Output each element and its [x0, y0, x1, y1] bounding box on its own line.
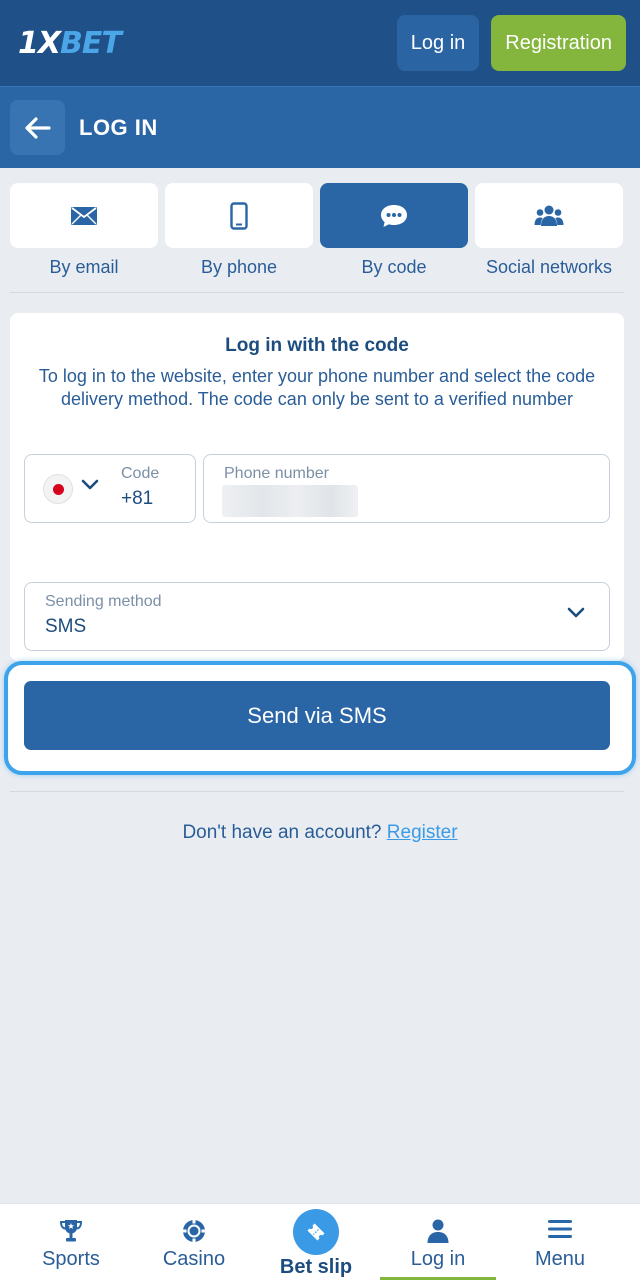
nav-label: Casino	[162, 1248, 226, 1270]
nav-label: Menu	[534, 1248, 586, 1270]
blurred-phone-value	[222, 485, 358, 517]
nav-label: Sports	[42, 1248, 100, 1270]
nav-casino[interactable]: Casino	[134, 1204, 254, 1280]
back-button[interactable]	[10, 100, 65, 155]
casino-chip-icon	[183, 1220, 205, 1242]
arrow-left-icon	[24, 116, 51, 139]
register-link[interactable]: Register	[387, 822, 458, 843]
phone-label: Phone number	[224, 465, 329, 482]
code-value: +81	[121, 488, 154, 509]
method-label: Sending method	[45, 593, 162, 610]
page-titlebar: LOG IN	[0, 86, 640, 168]
header-registration-button[interactable]: Registration	[491, 15, 626, 71]
divider	[10, 791, 624, 792]
envelope-icon	[71, 206, 97, 225]
login-method-tabs: By email By phone By code Social network…	[10, 183, 624, 283]
top-header: 1XBET Log in Registration	[0, 0, 640, 86]
sending-method-select[interactable]: Sending method SMS	[24, 582, 610, 651]
hamburger-icon	[548, 1220, 572, 1238]
send-via-sms-button[interactable]: Send via SMS	[24, 681, 610, 750]
tab-label: By phone	[200, 257, 278, 277]
header-login-button[interactable]: Log in	[396, 15, 480, 71]
chevron-down-icon	[567, 607, 585, 618]
user-icon	[427, 1219, 449, 1243]
chat-bubble-icon	[381, 204, 407, 227]
page-title: LOG IN	[79, 114, 158, 140]
phone-number-input[interactable]: Phone number	[203, 454, 610, 523]
method-value: SMS	[45, 616, 87, 637]
phone-icon	[230, 201, 248, 230]
japan-flag-icon	[43, 474, 73, 504]
tab-label: By code	[361, 257, 427, 277]
nav-menu[interactable]: Menu	[500, 1204, 620, 1280]
nav-label: Bet slip	[279, 1256, 353, 1278]
code-label: Code	[121, 465, 160, 482]
tab-by-code[interactable]: By code	[320, 183, 468, 283]
form-title: Log in with the code	[225, 335, 409, 356]
users-icon	[534, 205, 564, 226]
chevron-down-icon	[81, 479, 99, 490]
divider	[10, 292, 624, 293]
send-button-highlight: Send via SMS	[4, 661, 636, 775]
register-prompt: Don't have an account? Register	[0, 822, 640, 844]
tab-by-phone[interactable]: By phone	[165, 183, 313, 283]
form-description: To log in to the website, enter your pho…	[38, 366, 596, 409]
tab-social-networks[interactable]: Social networks	[475, 183, 623, 283]
tab-label: By email	[49, 257, 119, 277]
tab-by-email[interactable]: By email	[10, 183, 158, 283]
brand-logo[interactable]: 1XBET	[18, 26, 122, 61]
nav-sports[interactable]: Sports	[11, 1204, 131, 1280]
nav-log-in[interactable]: Log in	[378, 1204, 498, 1280]
nav-label: Log in	[410, 1248, 466, 1270]
login-code-card: Log in with the code To log in to the we…	[10, 313, 624, 661]
tab-label: Social networks	[485, 257, 613, 277]
bet-slip-badge[interactable]	[293, 1209, 339, 1255]
country-code-select[interactable]: Code +81	[24, 454, 196, 523]
register-question: Don't have an account?	[182, 822, 382, 843]
trophy-icon	[59, 1220, 83, 1242]
ticket-icon	[307, 1223, 325, 1241]
